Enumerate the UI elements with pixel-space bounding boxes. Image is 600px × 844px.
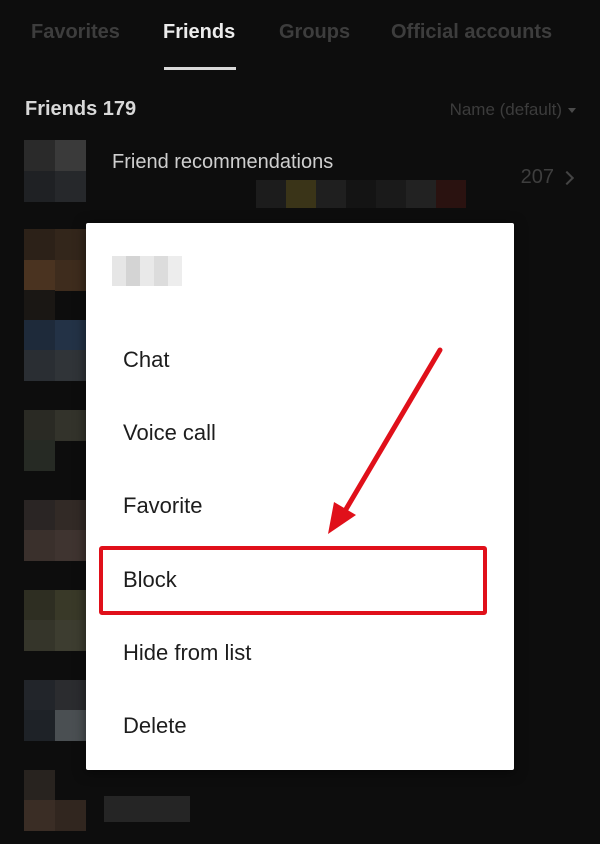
menu-item-chat[interactable]: Chat bbox=[123, 347, 169, 373]
blur-block bbox=[140, 256, 154, 286]
avatar bbox=[55, 171, 86, 202]
recommendation-thumbnails bbox=[256, 180, 466, 208]
avatar bbox=[24, 260, 55, 291]
recommendation-thumbnail bbox=[286, 180, 316, 208]
tab-bar: Favorites Friends Groups Official accoun… bbox=[0, 0, 600, 72]
friends-count-header: Friends 179 bbox=[25, 98, 137, 120]
avatar bbox=[55, 229, 86, 260]
recommendation-thumbnail bbox=[316, 180, 346, 208]
avatar bbox=[55, 620, 86, 651]
avatar bbox=[55, 350, 86, 381]
menu-item-voice-call[interactable]: Voice call bbox=[123, 420, 216, 446]
avatar bbox=[55, 680, 86, 711]
friend-context-menu: Chat Voice call Favorite Block Hide from… bbox=[86, 223, 514, 770]
blur-block bbox=[126, 256, 140, 286]
avatar bbox=[24, 320, 55, 351]
avatar bbox=[55, 590, 86, 621]
friend-recommendations-count[interactable]: 207 bbox=[520, 166, 575, 189]
blur-block bbox=[112, 256, 126, 286]
recommendations-count-value: 207 bbox=[520, 166, 554, 188]
avatar bbox=[24, 229, 55, 260]
sort-caret-icon bbox=[568, 107, 576, 113]
recommendation-thumbnail bbox=[406, 180, 436, 208]
avatar bbox=[55, 800, 86, 831]
active-tab-indicator bbox=[164, 67, 236, 70]
menu-item-delete[interactable]: Delete bbox=[123, 713, 187, 739]
recommendation-thumbnail bbox=[436, 180, 466, 208]
avatar bbox=[55, 320, 86, 351]
chevron-right-icon bbox=[559, 170, 575, 185]
avatar bbox=[55, 140, 86, 171]
avatar bbox=[24, 680, 55, 711]
sort-label: Name (default) bbox=[449, 100, 562, 119]
tab-groups[interactable]: Groups bbox=[279, 21, 350, 44]
avatar bbox=[24, 710, 55, 741]
menu-item-favorite[interactable]: Favorite bbox=[123, 493, 202, 519]
avatar bbox=[24, 350, 55, 381]
recommendation-thumbnail bbox=[256, 180, 286, 208]
block-highlight-box bbox=[99, 546, 487, 615]
sort-dropdown[interactable]: Name (default) bbox=[450, 100, 576, 120]
avatar bbox=[55, 410, 86, 441]
tab-friends[interactable]: Friends bbox=[163, 21, 235, 44]
avatar bbox=[24, 440, 55, 471]
avatar bbox=[24, 140, 55, 171]
tab-favorites[interactable]: Favorites bbox=[31, 21, 120, 44]
blurred-contact-name bbox=[112, 256, 182, 286]
tab-official-accounts[interactable]: Official accounts bbox=[391, 21, 552, 44]
recommendation-thumbnail bbox=[376, 180, 406, 208]
blur-block bbox=[154, 256, 168, 286]
avatar bbox=[24, 171, 55, 202]
avatar bbox=[24, 290, 55, 321]
avatar bbox=[24, 770, 55, 801]
avatar bbox=[55, 500, 86, 531]
blur-block bbox=[168, 256, 182, 286]
menu-item-hide-from-list[interactable]: Hide from list bbox=[123, 640, 251, 666]
avatar bbox=[55, 710, 86, 741]
avatar bbox=[24, 620, 55, 651]
avatar bbox=[24, 800, 55, 831]
avatar bbox=[24, 590, 55, 621]
avatar bbox=[24, 530, 55, 561]
avatar bbox=[24, 500, 55, 531]
avatar bbox=[55, 260, 86, 291]
avatar bbox=[24, 410, 55, 441]
friend-recommendations-label[interactable]: Friend recommendations bbox=[112, 151, 333, 174]
recommendation-thumbnail bbox=[346, 180, 376, 208]
avatar bbox=[55, 530, 86, 561]
blurred-friend-name bbox=[104, 796, 190, 822]
